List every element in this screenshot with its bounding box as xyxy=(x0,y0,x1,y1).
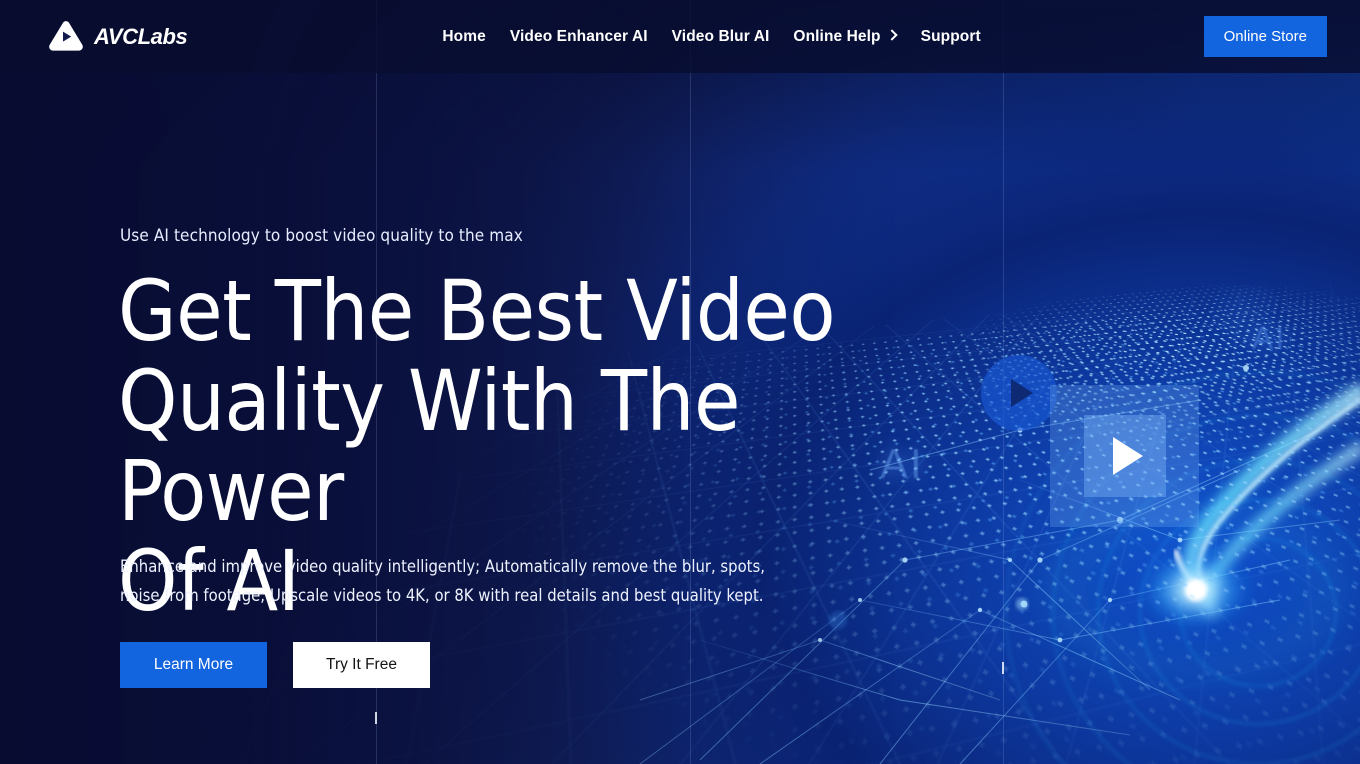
online-store-button[interactable]: Online Store xyxy=(1203,16,1327,57)
nav-item-video-blur-ai[interactable]: Video Blur AI xyxy=(660,29,782,45)
hero-headline-line: Get The Best Video xyxy=(118,262,836,360)
try-it-free-button[interactable]: Try It Free xyxy=(293,642,430,688)
hero-description-line: Enhance and improve video quality intell… xyxy=(120,557,765,576)
chevron-right-icon xyxy=(888,31,897,40)
hero-description: Enhance and improve video quality intell… xyxy=(120,552,836,610)
nav-item-label: Online Help xyxy=(793,27,881,45)
hero-eyebrow-text: Use AI technology to boost video quality… xyxy=(120,226,523,246)
nav-item-label: Video Enhancer AI xyxy=(509,27,648,45)
main-navigation: Home Video Enhancer AI Video Blur AI Onl… xyxy=(430,29,992,45)
hero-section: Use AI technology to boost video quality… xyxy=(0,0,1360,764)
nav-item-video-enhancer-ai[interactable]: Video Enhancer AI xyxy=(498,29,660,45)
nav-item-label: Home xyxy=(442,27,486,45)
nav-item-label: Video Blur AI xyxy=(671,27,770,45)
nav-item-label: Support xyxy=(920,27,981,45)
hero-cta-row: Learn More Try It Free xyxy=(120,642,430,688)
logo[interactable]: AVCLabs xyxy=(48,20,188,53)
avclabs-play-triangle-logo-icon xyxy=(49,21,83,51)
nav-item-home[interactable]: Home xyxy=(430,29,497,45)
hero-description-line: noise from footage; Upscale videos to 4K… xyxy=(120,586,764,605)
site-header: AVCLabs Home Video Enhancer AI Video Blu… xyxy=(0,0,1360,73)
hero-headline-line: Quality With The Power xyxy=(118,352,740,540)
logo-text: AVCLabs xyxy=(94,23,188,49)
nav-item-support[interactable]: Support xyxy=(909,29,993,45)
learn-more-button[interactable]: Learn More xyxy=(120,642,267,688)
nav-item-online-help[interactable]: Online Help xyxy=(781,29,908,45)
